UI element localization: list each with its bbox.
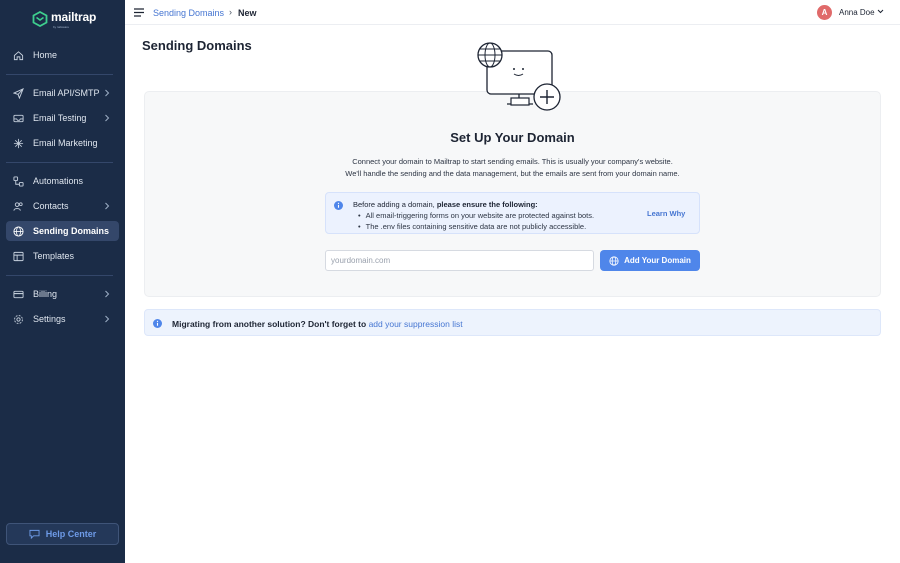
help-center-label: Help Center <box>45 529 97 539</box>
breadcrumb-current: New <box>238 8 257 18</box>
inbox-icon <box>12 112 24 124</box>
sidebar-item-label: Templates <box>33 251 75 261</box>
chat-bubble-icon <box>29 529 40 539</box>
sidebar-item-email-testing[interactable]: Email Testing <box>6 108 119 128</box>
sidebar-item-label: Email API/SMTP <box>33 88 100 98</box>
add-suppression-list-link[interactable]: add your suppression list <box>369 319 463 329</box>
brand-name: mailtrap <box>51 10 97 24</box>
mailtrap-logo-icon <box>32 11 48 27</box>
sidebar-item-label: Home <box>33 50 58 60</box>
chevron-right-icon <box>105 290 110 298</box>
alert-list: All email-triggering forms on your websi… <box>358 210 594 232</box>
sidebar-item-sending-domains[interactable]: Sending Domains <box>6 221 119 241</box>
sidebar: mailtrap by railsware Home Email API/SMT… <box>0 0 125 563</box>
chevron-right-icon <box>105 315 110 323</box>
chevron-right-icon <box>105 202 110 210</box>
sidebar-item-label: Settings <box>33 314 66 324</box>
sparkle-icon <box>12 137 24 149</box>
domain-input[interactable] <box>325 250 594 271</box>
learn-why-link[interactable]: Learn Why <box>647 209 685 218</box>
sidebar-item-email-api-smtp[interactable]: Email API/SMTP <box>6 83 119 103</box>
list-item: The .env files containing sensitive data… <box>358 221 594 232</box>
setup-title: Set Up Your Domain <box>450 130 575 145</box>
sidebar-item-label: Sending Domains <box>33 226 110 236</box>
hamburger-menu-icon[interactable] <box>134 8 144 17</box>
brand-subtitle: by railsware <box>53 25 70 29</box>
avatar[interactable]: A <box>817 5 832 20</box>
home-icon <box>12 49 24 61</box>
breadcrumb-link-sending-domains[interactable]: Sending Domains <box>153 8 224 18</box>
alert-heading: Before adding a domain, please ensure th… <box>353 200 538 209</box>
page-title: Sending Domains <box>142 38 252 53</box>
info-icon <box>153 319 162 328</box>
sidebar-item-label: Email Testing <box>33 113 87 123</box>
description-line-1: Connect your domain to Mailtrap to start… <box>352 157 673 166</box>
sidebar-item-label: Contacts <box>33 201 69 211</box>
sidebar-item-automations[interactable]: Automations <box>6 171 119 191</box>
migration-banner: Migrating from another solution? Don't f… <box>144 309 881 336</box>
sidebar-divider <box>6 74 113 75</box>
sidebar-item-home[interactable]: Home <box>6 45 119 65</box>
setup-description: Connect your domain to Mailtrap to start… <box>144 156 881 179</box>
sidebar-divider <box>6 162 113 163</box>
alert-heading-prefix: Before adding a domain, <box>353 200 437 209</box>
description-line-2: We'll handle the sending and the data ma… <box>345 168 680 178</box>
sidebar-item-templates[interactable]: Templates <box>6 246 119 266</box>
sidebar-item-billing[interactable]: Billing <box>6 284 119 304</box>
chevron-right-icon <box>105 89 110 97</box>
info-icon <box>334 201 343 210</box>
add-your-domain-button[interactable]: Add Your Domain <box>600 250 700 271</box>
banner-message: Migrating from another solution? Don't f… <box>172 319 369 329</box>
chevron-right-icon <box>105 114 110 122</box>
globe-icon <box>609 255 619 266</box>
automation-icon <box>12 175 24 187</box>
monitor-globe-illustration-icon <box>477 42 561 111</box>
help-center-button[interactable]: Help Center <box>6 523 119 545</box>
sidebar-item-label: Billing <box>33 289 58 299</box>
sidebar-item-contacts[interactable]: Contacts <box>6 196 119 216</box>
contacts-icon <box>12 200 24 212</box>
sidebar-item-label: Email Marketing <box>33 138 98 148</box>
top-bar: Sending Domains › New A Anna Doe <box>125 0 900 25</box>
banner-text: Migrating from another solution? Don't f… <box>172 319 463 329</box>
alert-heading-bold: please ensure the following: <box>436 200 538 209</box>
globe-icon <box>12 225 24 237</box>
send-icon <box>12 87 24 99</box>
chevron-down-icon[interactable] <box>877 9 884 14</box>
sidebar-item-settings[interactable]: Settings <box>6 309 119 329</box>
add-your-domain-label: Add Your Domain <box>624 256 691 265</box>
requirements-alert: Before adding a domain, please ensure th… <box>325 192 700 234</box>
billing-icon <box>12 288 24 300</box>
mailtrap-logo[interactable]: mailtrap by railsware <box>32 10 97 29</box>
templates-icon <box>12 250 24 262</box>
user-name[interactable]: Anna Doe <box>839 8 875 17</box>
list-item: All email-triggering forms on your websi… <box>358 210 594 221</box>
sidebar-item-label: Automations <box>33 176 84 186</box>
sidebar-divider <box>6 275 113 276</box>
breadcrumb-separator: › <box>229 7 232 17</box>
sidebar-item-email-marketing[interactable]: Email Marketing <box>6 133 119 153</box>
gear-icon <box>12 313 24 325</box>
